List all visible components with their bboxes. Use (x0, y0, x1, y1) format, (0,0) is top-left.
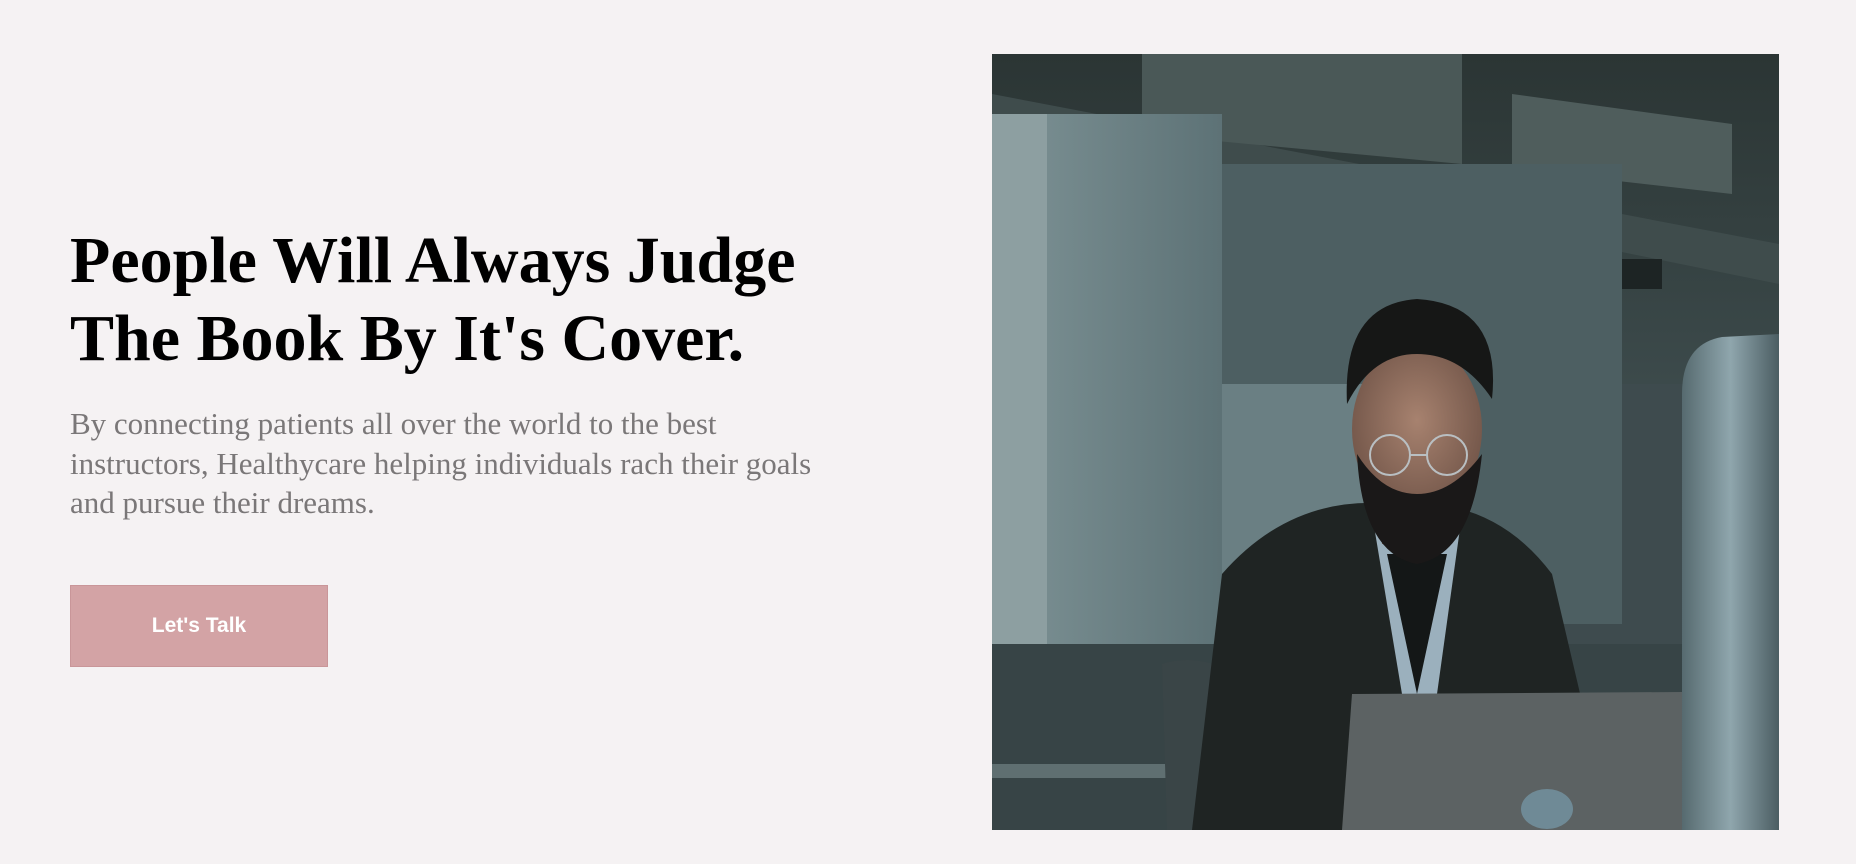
hero-subtext: By connecting patients all over the worl… (70, 406, 812, 520)
lets-talk-button[interactable]: Let's Talk (70, 585, 328, 667)
hero-headline: People Will Always Judge The Book By It'… (70, 224, 796, 375)
hero-text-block: People Will Always Judge The Book By It'… (70, 222, 850, 523)
hero-photo (992, 54, 1779, 830)
